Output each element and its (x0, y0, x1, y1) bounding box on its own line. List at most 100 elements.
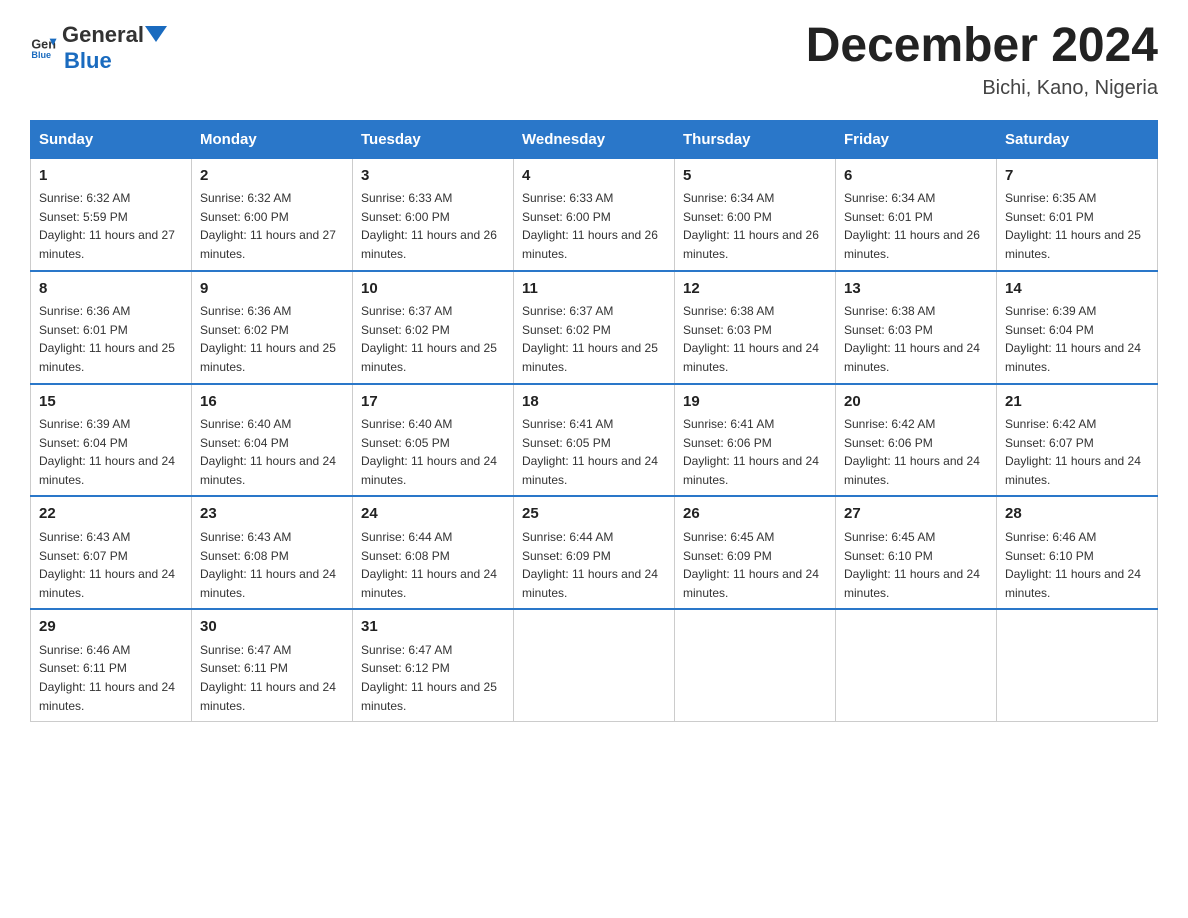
calendar-header-wednesday: Wednesday (514, 120, 675, 158)
day-number: 6 (844, 165, 988, 188)
calendar-day-cell: 16 Sunrise: 6:40 AM Sunset: 6:04 PM Dayl… (192, 384, 353, 497)
calendar-day-cell (997, 609, 1158, 721)
day-info: Sunrise: 6:33 AM Sunset: 6:00 PM Dayligh… (361, 189, 505, 263)
day-info: Sunrise: 6:36 AM Sunset: 6:01 PM Dayligh… (39, 302, 183, 376)
day-number: 29 (39, 616, 183, 639)
day-number: 28 (1005, 503, 1149, 526)
day-info: Sunrise: 6:46 AM Sunset: 6:11 PM Dayligh… (39, 641, 183, 715)
day-number: 18 (522, 391, 666, 414)
day-number: 27 (844, 503, 988, 526)
day-number: 21 (1005, 391, 1149, 414)
calendar-day-cell: 25 Sunrise: 6:44 AM Sunset: 6:09 PM Dayl… (514, 496, 675, 609)
day-number: 2 (200, 165, 344, 188)
calendar-day-cell: 26 Sunrise: 6:45 AM Sunset: 6:09 PM Dayl… (675, 496, 836, 609)
calendar-day-cell: 19 Sunrise: 6:41 AM Sunset: 6:06 PM Dayl… (675, 384, 836, 497)
day-info: Sunrise: 6:41 AM Sunset: 6:06 PM Dayligh… (683, 415, 827, 489)
logo-general-text: General (62, 22, 144, 48)
day-number: 15 (39, 391, 183, 414)
calendar-day-cell (675, 609, 836, 721)
logo-blue-text: Blue (64, 48, 112, 73)
logo-icon: Gen Blue (30, 33, 58, 61)
calendar-day-cell: 10 Sunrise: 6:37 AM Sunset: 6:02 PM Dayl… (353, 271, 514, 384)
calendar-day-cell: 30 Sunrise: 6:47 AM Sunset: 6:11 PM Dayl… (192, 609, 353, 721)
month-title: December 2024 (806, 20, 1158, 73)
day-info: Sunrise: 6:40 AM Sunset: 6:04 PM Dayligh… (200, 415, 344, 489)
day-info: Sunrise: 6:37 AM Sunset: 6:02 PM Dayligh… (361, 302, 505, 376)
calendar-day-cell: 20 Sunrise: 6:42 AM Sunset: 6:06 PM Dayl… (836, 384, 997, 497)
day-number: 9 (200, 278, 344, 301)
logo-triangle-icon (145, 22, 167, 44)
calendar-day-cell: 15 Sunrise: 6:39 AM Sunset: 6:04 PM Dayl… (31, 384, 192, 497)
day-number: 3 (361, 165, 505, 188)
logo: Gen Blue General Blue (30, 20, 169, 74)
day-info: Sunrise: 6:42 AM Sunset: 6:07 PM Dayligh… (1005, 415, 1149, 489)
day-number: 16 (200, 391, 344, 414)
day-number: 30 (200, 616, 344, 639)
day-number: 22 (39, 503, 183, 526)
day-info: Sunrise: 6:38 AM Sunset: 6:03 PM Dayligh… (683, 302, 827, 376)
calendar-day-cell: 27 Sunrise: 6:45 AM Sunset: 6:10 PM Dayl… (836, 496, 997, 609)
calendar-day-cell: 17 Sunrise: 6:40 AM Sunset: 6:05 PM Dayl… (353, 384, 514, 497)
calendar-day-cell: 12 Sunrise: 6:38 AM Sunset: 6:03 PM Dayl… (675, 271, 836, 384)
calendar-day-cell: 2 Sunrise: 6:32 AM Sunset: 6:00 PM Dayli… (192, 158, 353, 270)
day-info: Sunrise: 6:39 AM Sunset: 6:04 PM Dayligh… (1005, 302, 1149, 376)
day-number: 20 (844, 391, 988, 414)
location-subtitle: Bichi, Kano, Nigeria (806, 77, 1158, 100)
day-number: 23 (200, 503, 344, 526)
calendar-day-cell: 4 Sunrise: 6:33 AM Sunset: 6:00 PM Dayli… (514, 158, 675, 270)
day-number: 11 (522, 278, 666, 301)
day-info: Sunrise: 6:47 AM Sunset: 6:12 PM Dayligh… (361, 641, 505, 715)
day-info: Sunrise: 6:38 AM Sunset: 6:03 PM Dayligh… (844, 302, 988, 376)
calendar-table: SundayMondayTuesdayWednesdayThursdayFrid… (30, 120, 1158, 722)
calendar-day-cell: 7 Sunrise: 6:35 AM Sunset: 6:01 PM Dayli… (997, 158, 1158, 270)
day-info: Sunrise: 6:42 AM Sunset: 6:06 PM Dayligh… (844, 415, 988, 489)
day-info: Sunrise: 6:45 AM Sunset: 6:09 PM Dayligh… (683, 528, 827, 602)
calendar-day-cell: 6 Sunrise: 6:34 AM Sunset: 6:01 PM Dayli… (836, 158, 997, 270)
calendar-week-row: 1 Sunrise: 6:32 AM Sunset: 5:59 PM Dayli… (31, 158, 1158, 270)
calendar-day-cell: 5 Sunrise: 6:34 AM Sunset: 6:00 PM Dayli… (675, 158, 836, 270)
day-info: Sunrise: 6:32 AM Sunset: 6:00 PM Dayligh… (200, 189, 344, 263)
calendar-day-cell: 24 Sunrise: 6:44 AM Sunset: 6:08 PM Dayl… (353, 496, 514, 609)
day-info: Sunrise: 6:44 AM Sunset: 6:09 PM Dayligh… (522, 528, 666, 602)
day-info: Sunrise: 6:36 AM Sunset: 6:02 PM Dayligh… (200, 302, 344, 376)
day-info: Sunrise: 6:46 AM Sunset: 6:10 PM Dayligh… (1005, 528, 1149, 602)
calendar-header-friday: Friday (836, 120, 997, 158)
day-info: Sunrise: 6:45 AM Sunset: 6:10 PM Dayligh… (844, 528, 988, 602)
calendar-day-cell: 3 Sunrise: 6:33 AM Sunset: 6:00 PM Dayli… (353, 158, 514, 270)
day-info: Sunrise: 6:47 AM Sunset: 6:11 PM Dayligh… (200, 641, 344, 715)
day-number: 14 (1005, 278, 1149, 301)
day-number: 25 (522, 503, 666, 526)
day-number: 4 (522, 165, 666, 188)
day-info: Sunrise: 6:32 AM Sunset: 5:59 PM Dayligh… (39, 189, 183, 263)
calendar-day-cell: 11 Sunrise: 6:37 AM Sunset: 6:02 PM Dayl… (514, 271, 675, 384)
calendar-header-sunday: Sunday (31, 120, 192, 158)
calendar-day-cell (514, 609, 675, 721)
calendar-header-saturday: Saturday (997, 120, 1158, 158)
calendar-day-cell (836, 609, 997, 721)
calendar-day-cell: 22 Sunrise: 6:43 AM Sunset: 6:07 PM Dayl… (31, 496, 192, 609)
day-info: Sunrise: 6:39 AM Sunset: 6:04 PM Dayligh… (39, 415, 183, 489)
day-info: Sunrise: 6:44 AM Sunset: 6:08 PM Dayligh… (361, 528, 505, 602)
calendar-header-row: SundayMondayTuesdayWednesdayThursdayFrid… (31, 120, 1158, 158)
calendar-day-cell: 23 Sunrise: 6:43 AM Sunset: 6:08 PM Dayl… (192, 496, 353, 609)
calendar-day-cell: 9 Sunrise: 6:36 AM Sunset: 6:02 PM Dayli… (192, 271, 353, 384)
calendar-week-row: 22 Sunrise: 6:43 AM Sunset: 6:07 PM Dayl… (31, 496, 1158, 609)
calendar-header-tuesday: Tuesday (353, 120, 514, 158)
day-number: 7 (1005, 165, 1149, 188)
day-info: Sunrise: 6:37 AM Sunset: 6:02 PM Dayligh… (522, 302, 666, 376)
day-info: Sunrise: 6:40 AM Sunset: 6:05 PM Dayligh… (361, 415, 505, 489)
calendar-day-cell: 1 Sunrise: 6:32 AM Sunset: 5:59 PM Dayli… (31, 158, 192, 270)
day-number: 31 (361, 616, 505, 639)
calendar-week-row: 8 Sunrise: 6:36 AM Sunset: 6:01 PM Dayli… (31, 271, 1158, 384)
day-number: 1 (39, 165, 183, 188)
day-info: Sunrise: 6:34 AM Sunset: 6:00 PM Dayligh… (683, 189, 827, 263)
calendar-day-cell: 28 Sunrise: 6:46 AM Sunset: 6:10 PM Dayl… (997, 496, 1158, 609)
calendar-day-cell: 14 Sunrise: 6:39 AM Sunset: 6:04 PM Dayl… (997, 271, 1158, 384)
calendar-day-cell: 13 Sunrise: 6:38 AM Sunset: 6:03 PM Dayl… (836, 271, 997, 384)
calendar-header-monday: Monday (192, 120, 353, 158)
calendar-week-row: 29 Sunrise: 6:46 AM Sunset: 6:11 PM Dayl… (31, 609, 1158, 721)
page-header: Gen Blue General Blue December 2024 Bich… (30, 20, 1158, 100)
day-number: 12 (683, 278, 827, 301)
day-number: 10 (361, 278, 505, 301)
day-info: Sunrise: 6:43 AM Sunset: 6:08 PM Dayligh… (200, 528, 344, 602)
